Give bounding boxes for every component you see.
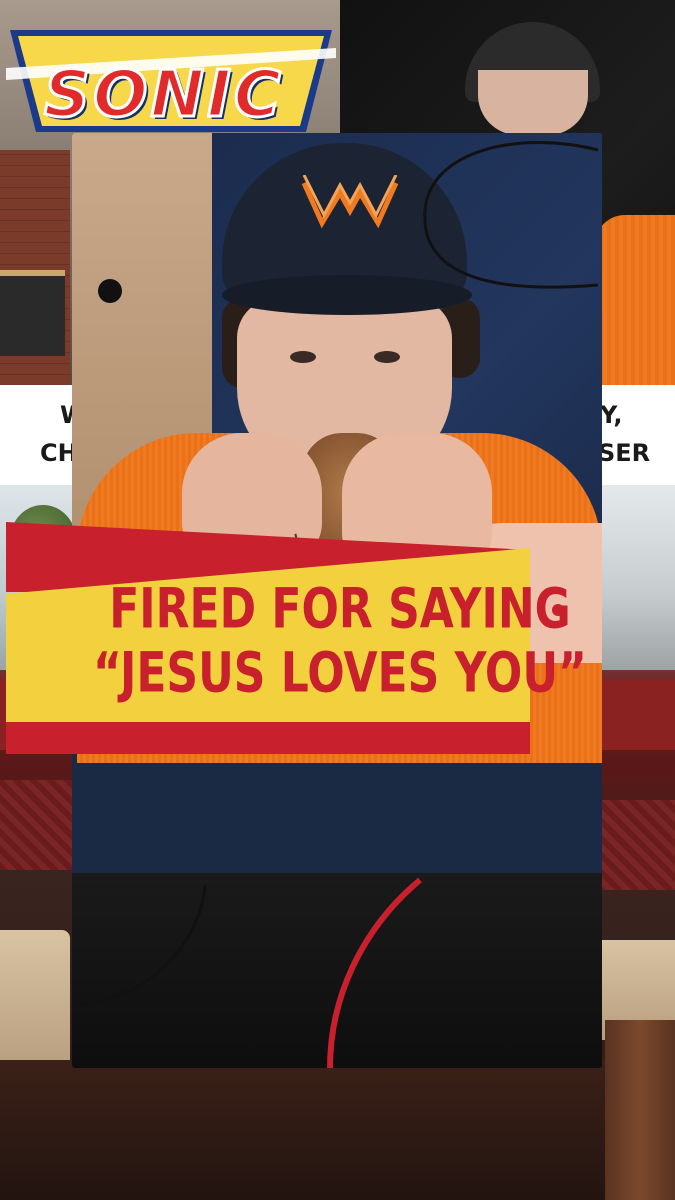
decorative-strokes <box>79 141 599 1069</box>
decorative-dot-left <box>98 279 122 303</box>
decorative-dot-right <box>552 604 564 616</box>
decorative-black-arc <box>79 884 207 1007</box>
decorative-loop-top-right <box>423 141 599 289</box>
decorative-red-arc <box>327 877 422 1069</box>
